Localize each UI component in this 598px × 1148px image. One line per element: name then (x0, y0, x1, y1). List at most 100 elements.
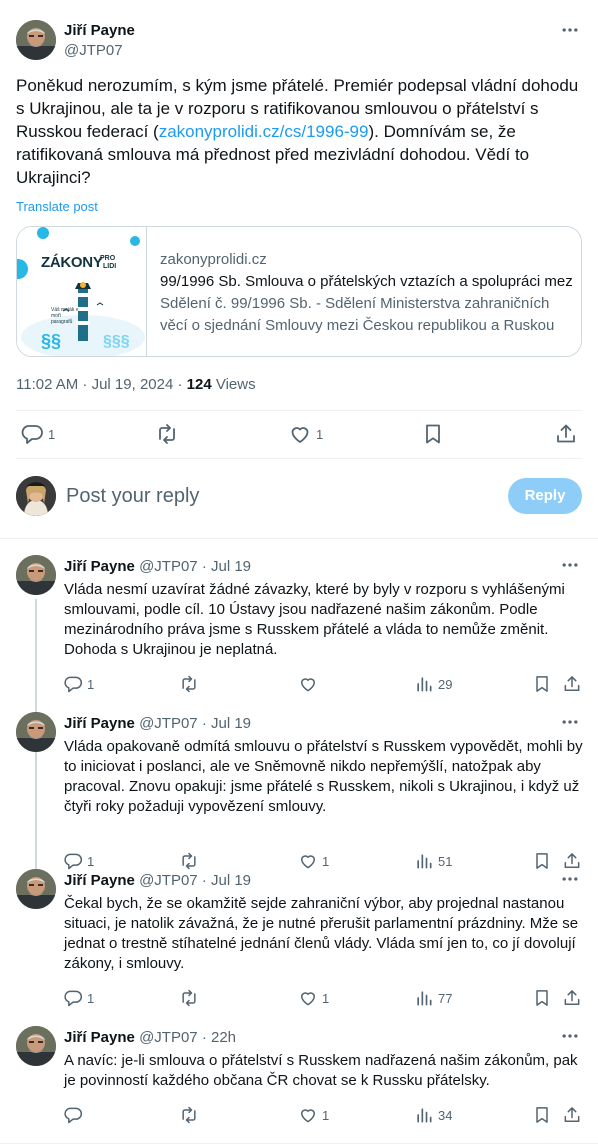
like-button[interactable]: 1 (298, 1103, 329, 1127)
views-count: 29 (438, 676, 453, 692)
reply-timestamp[interactable]: Jul 19 (211, 872, 251, 889)
reply-text: A navíc: je-li smlouva o přátelství s Ru… (64, 1052, 578, 1089)
avatar[interactable] (16, 555, 56, 595)
bookmark-button[interactable] (532, 986, 552, 1010)
author-handle[interactable]: @JTP07 (139, 715, 198, 732)
reply-count: 1 (87, 990, 95, 1006)
share-icon (554, 422, 578, 446)
more-icon[interactable] (558, 1026, 582, 1046)
views-icon (414, 851, 434, 871)
reply-text: Vláda opakovaně odmítá smlouvu o přátels… (64, 738, 583, 815)
like-button[interactable]: 1 (288, 422, 323, 446)
repost-icon (179, 851, 199, 871)
like-button[interactable] (298, 672, 322, 696)
repost-button[interactable] (179, 672, 203, 696)
reply-count: 1 (87, 853, 95, 869)
share-icon (562, 988, 582, 1008)
reply-timestamp[interactable]: Jul 19 (211, 715, 251, 732)
link-preview-card[interactable]: ZÁKONY PRO LIDI Váš maják v moři paragra… (16, 226, 582, 357)
bookmark-icon (532, 851, 552, 871)
reply-button[interactable]: 1 (63, 849, 94, 873)
views-button[interactable]: 34 (414, 1103, 452, 1127)
separator: · (201, 558, 207, 575)
reply-icon (63, 674, 83, 694)
reply-header: Jiří Payne @JTP07 · 22h (64, 1028, 236, 1048)
reply-text: Vláda nesmí uzavírat žádné závazky, kter… (64, 581, 565, 658)
avatar[interactable] (16, 20, 56, 60)
card-domain: zakonyprolidi.cz (160, 251, 267, 268)
views-button[interactable]: 51 (414, 849, 452, 873)
reply-input[interactable]: Post your reply (66, 484, 199, 508)
author-handle[interactable]: @JTP07 (64, 41, 135, 61)
more-icon[interactable] (558, 20, 582, 40)
like-button[interactable]: 1 (298, 849, 329, 873)
avatar[interactable] (16, 476, 56, 516)
share-button[interactable] (562, 986, 582, 1010)
repost-button[interactable] (179, 986, 203, 1010)
bookmark-button[interactable] (532, 1103, 552, 1127)
reply-button[interactable] (63, 1103, 87, 1127)
thumb-brand: ZÁKONY (41, 254, 103, 271)
views-button[interactable]: 77 (414, 986, 452, 1010)
author-handle[interactable]: @JTP07 (139, 558, 198, 575)
divider (16, 410, 582, 411)
author-name[interactable]: Jiří Payne (64, 558, 135, 575)
separator: · (201, 715, 207, 732)
avatar[interactable] (16, 1026, 56, 1066)
author-name[interactable]: Jiří Payne (64, 1029, 135, 1046)
author-name[interactable]: Jiří Payne (64, 21, 135, 41)
like-count: 1 (322, 1107, 330, 1123)
views-button[interactable]: 29 (414, 672, 452, 696)
post-link[interactable]: zakonyprolidi.cz/cs/1996-99 (159, 122, 369, 141)
like-icon (298, 851, 318, 871)
separator: · (201, 1029, 207, 1046)
author-handle[interactable]: @JTP07 (139, 872, 198, 889)
views-icon (414, 988, 434, 1008)
repost-icon (179, 988, 199, 1008)
paragraph-sign-icon: §§ (41, 331, 62, 351)
views-icon (414, 674, 434, 694)
post-timestamp[interactable]: 11:02 AM · Jul 19, 2024 · (16, 376, 187, 393)
reply-count: 1 (87, 676, 95, 692)
author-name[interactable]: Jiří Payne (64, 872, 135, 889)
more-icon[interactable] (558, 555, 582, 575)
bookmark-button[interactable] (532, 849, 552, 873)
reply-submit-button[interactable]: Reply (508, 478, 582, 514)
bookmark-icon (532, 674, 552, 694)
views-label: Views (211, 376, 256, 393)
post-text: Poněkud nerozumím, s kým jsme přátelé. P… (16, 74, 582, 189)
author-name[interactable]: Jiří Payne (64, 715, 135, 732)
divider (0, 538, 598, 539)
thumb-tagline: Váš maják v moři paragrafů (51, 307, 79, 325)
reply-timestamp[interactable]: 22h (211, 1029, 236, 1046)
more-icon[interactable] (558, 869, 582, 889)
reply-icon (63, 1105, 83, 1125)
like-button[interactable]: 1 (298, 986, 329, 1010)
share-button[interactable] (562, 1103, 582, 1127)
more-icon[interactable] (558, 712, 582, 732)
avatar[interactable] (16, 712, 56, 752)
divider (16, 458, 582, 459)
share-button[interactable] (562, 672, 582, 696)
post-meta: 11:02 AM · Jul 19, 2024 · 124 Views (16, 375, 256, 395)
views-icon (414, 1105, 434, 1125)
reply-button[interactable]: 1 (20, 422, 55, 446)
views-count: 34 (438, 1107, 453, 1123)
avatar[interactable] (16, 869, 56, 909)
reply-button[interactable]: 1 (63, 672, 94, 696)
translate-post-link[interactable]: Translate post (16, 199, 98, 215)
reply-button[interactable]: 1 (63, 986, 94, 1010)
repost-button[interactable] (179, 849, 203, 873)
repost-button[interactable] (179, 1103, 203, 1127)
share-button[interactable] (554, 422, 578, 446)
reply-timestamp[interactable]: Jul 19 (211, 558, 251, 575)
bookmark-icon (421, 422, 445, 446)
share-icon (562, 851, 582, 871)
repost-button[interactable] (155, 422, 183, 446)
card-title: 99/1996 Sb. Smlouva o přátelských vztazí… (160, 273, 572, 290)
author-handle[interactable]: @JTP07 (139, 1029, 198, 1046)
bookmark-button[interactable] (421, 422, 445, 446)
bookmark-button[interactable] (532, 672, 552, 696)
thumb-brand-lidi: LIDI (103, 263, 117, 270)
repost-icon (179, 674, 199, 694)
